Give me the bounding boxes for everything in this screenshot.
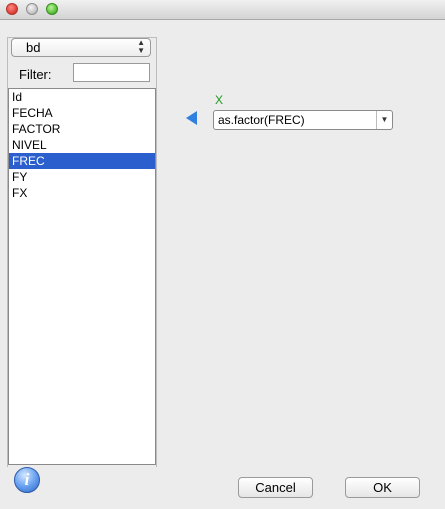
minimize-window-icon[interactable]	[26, 3, 38, 15]
cancel-button[interactable]: Cancel	[238, 477, 313, 498]
x-variable-combo[interactable]: as.factor(FREC) ▼	[213, 110, 393, 130]
filter-input[interactable]	[73, 63, 150, 82]
list-item[interactable]: NIVEL	[9, 137, 155, 153]
dataset-select-value: bd	[26, 40, 41, 55]
add-variable-arrow-icon[interactable]	[186, 111, 197, 125]
list-item[interactable]: FECHA	[9, 105, 155, 121]
updown-arrows-icon: ▲ ▼	[137, 38, 145, 55]
zoom-window-icon[interactable]	[46, 3, 58, 15]
title-bar	[0, 0, 445, 20]
dataset-select[interactable]: bd ▲ ▼	[11, 38, 151, 57]
list-item[interactable]: FX	[9, 185, 155, 201]
x-variable-label: X	[215, 93, 224, 107]
combo-dropdown-icon[interactable]: ▼	[376, 111, 392, 129]
list-item[interactable]: FACTOR	[9, 121, 155, 137]
info-icon[interactable]: i	[14, 467, 40, 493]
close-window-icon[interactable]	[6, 3, 18, 15]
x-variable-value: as.factor(FREC)	[218, 113, 305, 127]
ok-button[interactable]: OK	[345, 477, 420, 498]
list-item[interactable]: FY	[9, 169, 155, 185]
list-item[interactable]: FREC	[9, 153, 155, 169]
list-item[interactable]: Id	[9, 89, 155, 105]
variable-list[interactable]: Id FECHA FACTOR NIVEL FREC FY FX	[8, 88, 156, 465]
filter-label: Filter:	[19, 67, 52, 82]
